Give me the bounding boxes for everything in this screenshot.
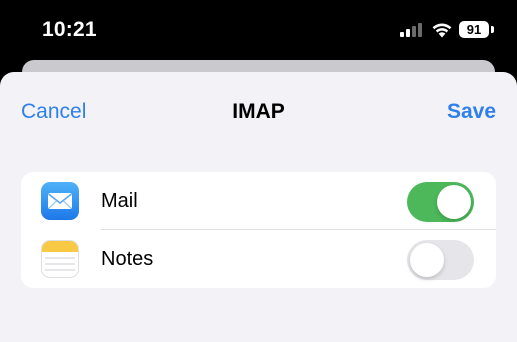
toggle-knob <box>410 243 444 277</box>
battery-tip <box>491 26 494 33</box>
mail-toggle[interactable] <box>407 182 474 222</box>
status-time: 10:21 <box>42 18 97 41</box>
toggle-knob <box>437 185 471 219</box>
mail-app-icon <box>41 182 79 220</box>
list-item-label-notes: Notes <box>101 248 154 270</box>
save-button[interactable]: Save <box>447 100 496 124</box>
page-title: IMAP <box>232 100 285 123</box>
notes-app-icon <box>41 240 79 278</box>
battery-icon: 91 <box>459 21 489 38</box>
notes-toggle[interactable] <box>407 240 474 280</box>
sync-options-list: Mail Notes <box>21 172 496 288</box>
list-item-mail: Mail <box>21 172 496 230</box>
signal-icon <box>400 21 422 37</box>
wifi-icon <box>432 23 452 38</box>
status-bar: 10:21 91 <box>0 0 517 60</box>
imap-sheet: Cancel IMAP Save Mail Notes <box>0 72 517 342</box>
list-item-label-mail: Mail <box>101 190 138 212</box>
list-item-notes: Notes <box>21 230 496 288</box>
